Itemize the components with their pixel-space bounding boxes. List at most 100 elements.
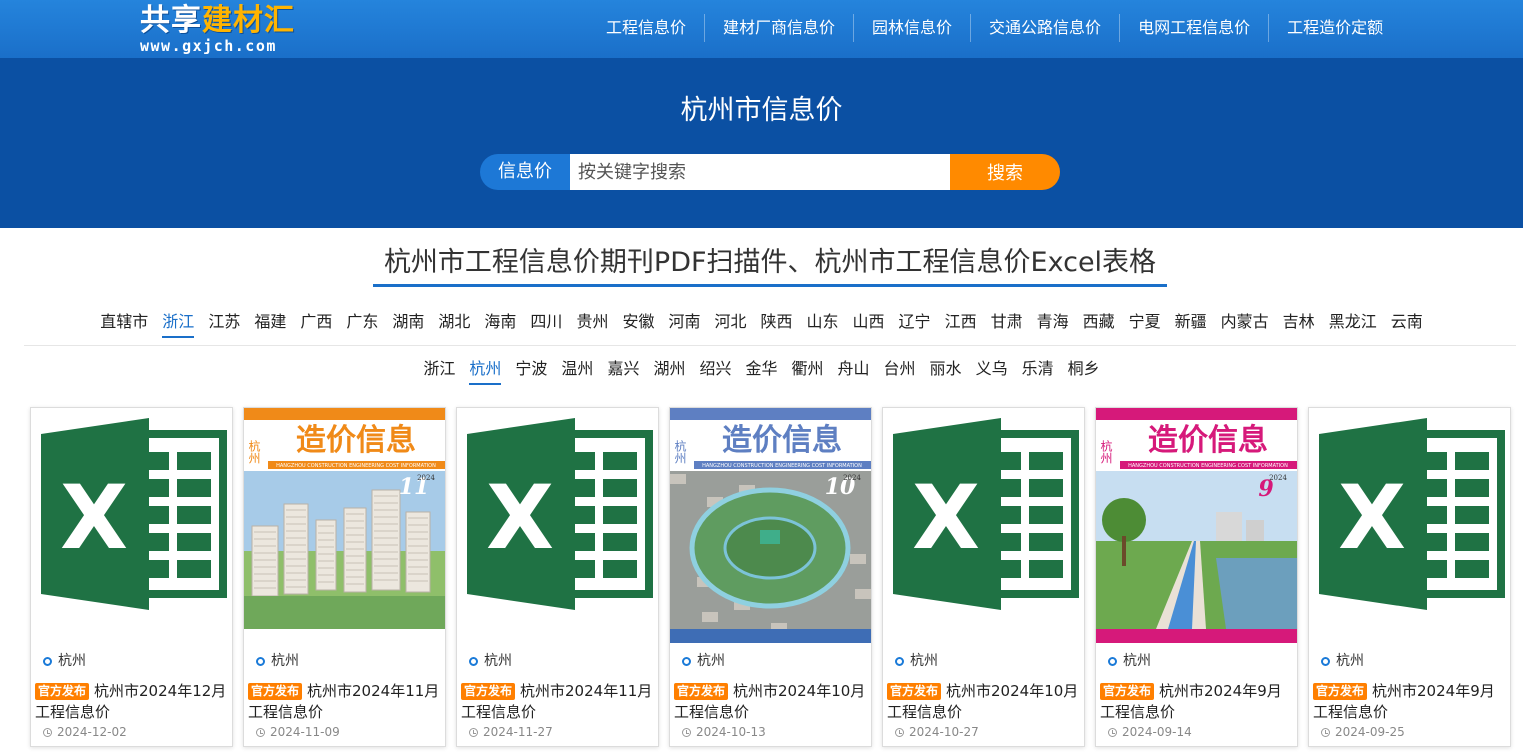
tab-divider [24, 345, 1516, 346]
province-tab[interactable]: 河北 [714, 310, 746, 338]
nav-item-cost-quota[interactable]: 工程造价定额 [1268, 14, 1401, 42]
card-location-text: 杭州 [1123, 653, 1151, 669]
card-location: 杭州 [1321, 651, 1364, 671]
province-tab[interactable]: 江西 [945, 310, 977, 338]
city-tab[interactable]: 丽水 [930, 357, 962, 385]
province-tab[interactable]: 甘肃 [991, 310, 1023, 338]
nav-item-highway-price[interactable]: 交通公路信息价 [970, 14, 1119, 42]
logo-url: www.gxjch.com [140, 37, 277, 55]
province-tab[interactable]: 内蒙古 [1221, 310, 1269, 338]
card-title[interactable]: 官方发布 杭州市2024年12月工程信息价 [35, 681, 231, 723]
cover-english-title: HANGZHOU CONSTRUCTION ENGINEERING COST I… [702, 463, 862, 469]
price-card[interactable]: 杭州 造价信息 HANGZHOU CONSTRUCTION ENGINEERING … [1095, 407, 1298, 747]
province-tab[interactable]: 广西 [300, 310, 332, 338]
province-tab[interactable]: 黑龙江 [1329, 310, 1377, 338]
excel-icon: X [31, 408, 232, 643]
province-tab[interactable]: 青海 [1037, 310, 1069, 338]
province-tab[interactable]: 河南 [668, 310, 700, 338]
official-badge: 官方发布 [248, 683, 303, 700]
card-title[interactable]: 官方发布 杭州市2024年10月工程信息价 [887, 681, 1083, 723]
city-tab[interactable]: 宁波 [515, 357, 547, 385]
clock-icon [43, 727, 52, 737]
logo-text: 共享建材汇 [140, 4, 320, 38]
card-thumbnail-cover[interactable]: 杭州 造价信息 HANGZHOU CONSTRUCTION ENGINEERING … [670, 408, 871, 643]
card-location: 杭州 [469, 651, 512, 671]
city-tab[interactable]: 浙江 [423, 357, 455, 385]
province-tab[interactable]: 广东 [346, 310, 378, 338]
price-card[interactable]: 杭州 造价信息 HANGZHOU CONSTRUCTION ENGINEERING … [243, 407, 446, 747]
card-title[interactable]: 官方发布 杭州市2024年10月工程信息价 [674, 681, 870, 723]
price-card[interactable]: X 杭州 官方发布 杭州市2024年11月工程信息价 2024-11-27 [456, 407, 659, 747]
province-tab[interactable]: 福建 [254, 310, 286, 338]
province-tab[interactable]: 西藏 [1083, 310, 1115, 338]
province-tab[interactable]: 山东 [807, 310, 839, 338]
province-tab[interactable]: 安徽 [622, 310, 654, 338]
nav-item-manufacturer-price[interactable]: 建材厂商信息价 [704, 14, 853, 42]
province-tab[interactable]: 浙江 [162, 310, 195, 338]
city-tab[interactable]: 舟山 [838, 357, 870, 385]
card-date-text: 2024-11-09 [270, 725, 340, 739]
city-tab[interactable]: 绍兴 [699, 357, 731, 385]
card-thumbnail-excel[interactable]: X [31, 408, 232, 643]
city-tab[interactable]: 台州 [884, 357, 916, 385]
card-grid: X 杭州 官方发布 杭州市2024年12月工程信息价 2024-12-02 杭州 造价信息 H… [30, 407, 1511, 753]
city-tab[interactable]: 桐乡 [1068, 357, 1100, 385]
card-thumbnail-excel[interactable]: X [457, 408, 658, 643]
city-tab[interactable]: 金华 [745, 357, 777, 385]
card-title[interactable]: 官方发布 杭州市2024年11月工程信息价 [461, 681, 657, 723]
excel-icon: X [457, 408, 658, 643]
magazine-cover: 杭州 造价信息 HANGZHOU CONSTRUCTION ENGINEERING … [1096, 408, 1297, 643]
province-tab[interactable]: 云南 [1391, 310, 1423, 338]
province-tab[interactable]: 湖南 [392, 310, 424, 338]
location-dot-icon [1321, 656, 1330, 666]
clock-icon [1108, 727, 1117, 737]
price-card[interactable]: X 杭州 官方发布 杭州市2024年10月工程信息价 2024-10-27 [882, 407, 1085, 747]
card-date: 2024-10-13 [682, 724, 766, 740]
price-card[interactable]: X 杭州 官方发布 杭州市2024年9月工程信息价 2024-09-25 [1308, 407, 1511, 747]
province-tab[interactable]: 新疆 [1175, 310, 1207, 338]
province-tab[interactable]: 直辖市 [100, 310, 148, 338]
province-tab[interactable]: 贵州 [576, 310, 608, 338]
logo-text-a: 共享 [140, 3, 202, 38]
nav-item-grid-price[interactable]: 电网工程信息价 [1119, 14, 1268, 42]
city-tab[interactable]: 杭州 [469, 357, 502, 385]
cover-title: 造价信息 [296, 423, 416, 458]
card-title[interactable]: 官方发布 杭州市2024年11月工程信息价 [248, 681, 444, 723]
card-thumbnail-excel[interactable]: X [1309, 408, 1510, 643]
city-tab[interactable]: 温州 [561, 357, 593, 385]
province-tab[interactable]: 辽宁 [899, 310, 931, 338]
cover-city-label: 杭州 [673, 439, 687, 464]
cover-title: 造价信息 [1148, 423, 1268, 458]
nav-item-garden-price[interactable]: 园林信息价 [853, 14, 970, 42]
price-card[interactable]: 杭州 造价信息 HANGZHOU CONSTRUCTION ENGINEERING … [669, 407, 872, 747]
province-tab[interactable]: 四川 [530, 310, 562, 338]
city-tab[interactable]: 乐清 [1022, 357, 1054, 385]
nav-item-project-price[interactable]: 工程信息价 [588, 14, 704, 42]
province-tab[interactable]: 吉林 [1283, 310, 1315, 338]
card-date-text: 2024-09-14 [1122, 725, 1192, 739]
province-tab[interactable]: 江苏 [208, 310, 240, 338]
card-thumbnail-cover[interactable]: 杭州 造价信息 HANGZHOU CONSTRUCTION ENGINEERING … [244, 408, 445, 643]
site-logo[interactable]: 共享建材汇 www.gxjch.com [140, 4, 320, 56]
search-input[interactable] [570, 154, 950, 190]
card-title[interactable]: 官方发布 杭州市2024年9月工程信息价 [1313, 681, 1509, 723]
city-tab[interactable]: 湖州 [653, 357, 685, 385]
card-thumbnail-cover[interactable]: 杭州 造价信息 HANGZHOU CONSTRUCTION ENGINEERING … [1096, 408, 1297, 643]
city-tab[interactable]: 义乌 [976, 357, 1008, 385]
card-location-text: 杭州 [484, 653, 512, 669]
card-thumbnail-excel[interactable]: X [883, 408, 1084, 643]
price-card[interactable]: X 杭州 官方发布 杭州市2024年12月工程信息价 2024-12-02 [30, 407, 233, 747]
province-tab[interactable]: 海南 [484, 310, 516, 338]
city-tab[interactable]: 嘉兴 [607, 357, 639, 385]
city-tab[interactable]: 衢州 [792, 357, 824, 385]
card-title[interactable]: 官方发布 杭州市2024年9月工程信息价 [1100, 681, 1296, 723]
location-dot-icon [1108, 656, 1117, 666]
search-category-label[interactable]: 信息价 [480, 154, 570, 190]
section-title: 杭州市工程信息价期刊PDF扫描件、杭州市工程信息价Excel表格 [373, 243, 1167, 287]
province-tab[interactable]: 山西 [853, 310, 885, 338]
province-tab[interactable]: 宁夏 [1129, 310, 1161, 338]
search-button[interactable]: 搜索 [950, 154, 1060, 190]
province-tab[interactable]: 陕西 [761, 310, 793, 338]
province-tab[interactable]: 湖北 [438, 310, 470, 338]
location-dot-icon [469, 656, 478, 666]
